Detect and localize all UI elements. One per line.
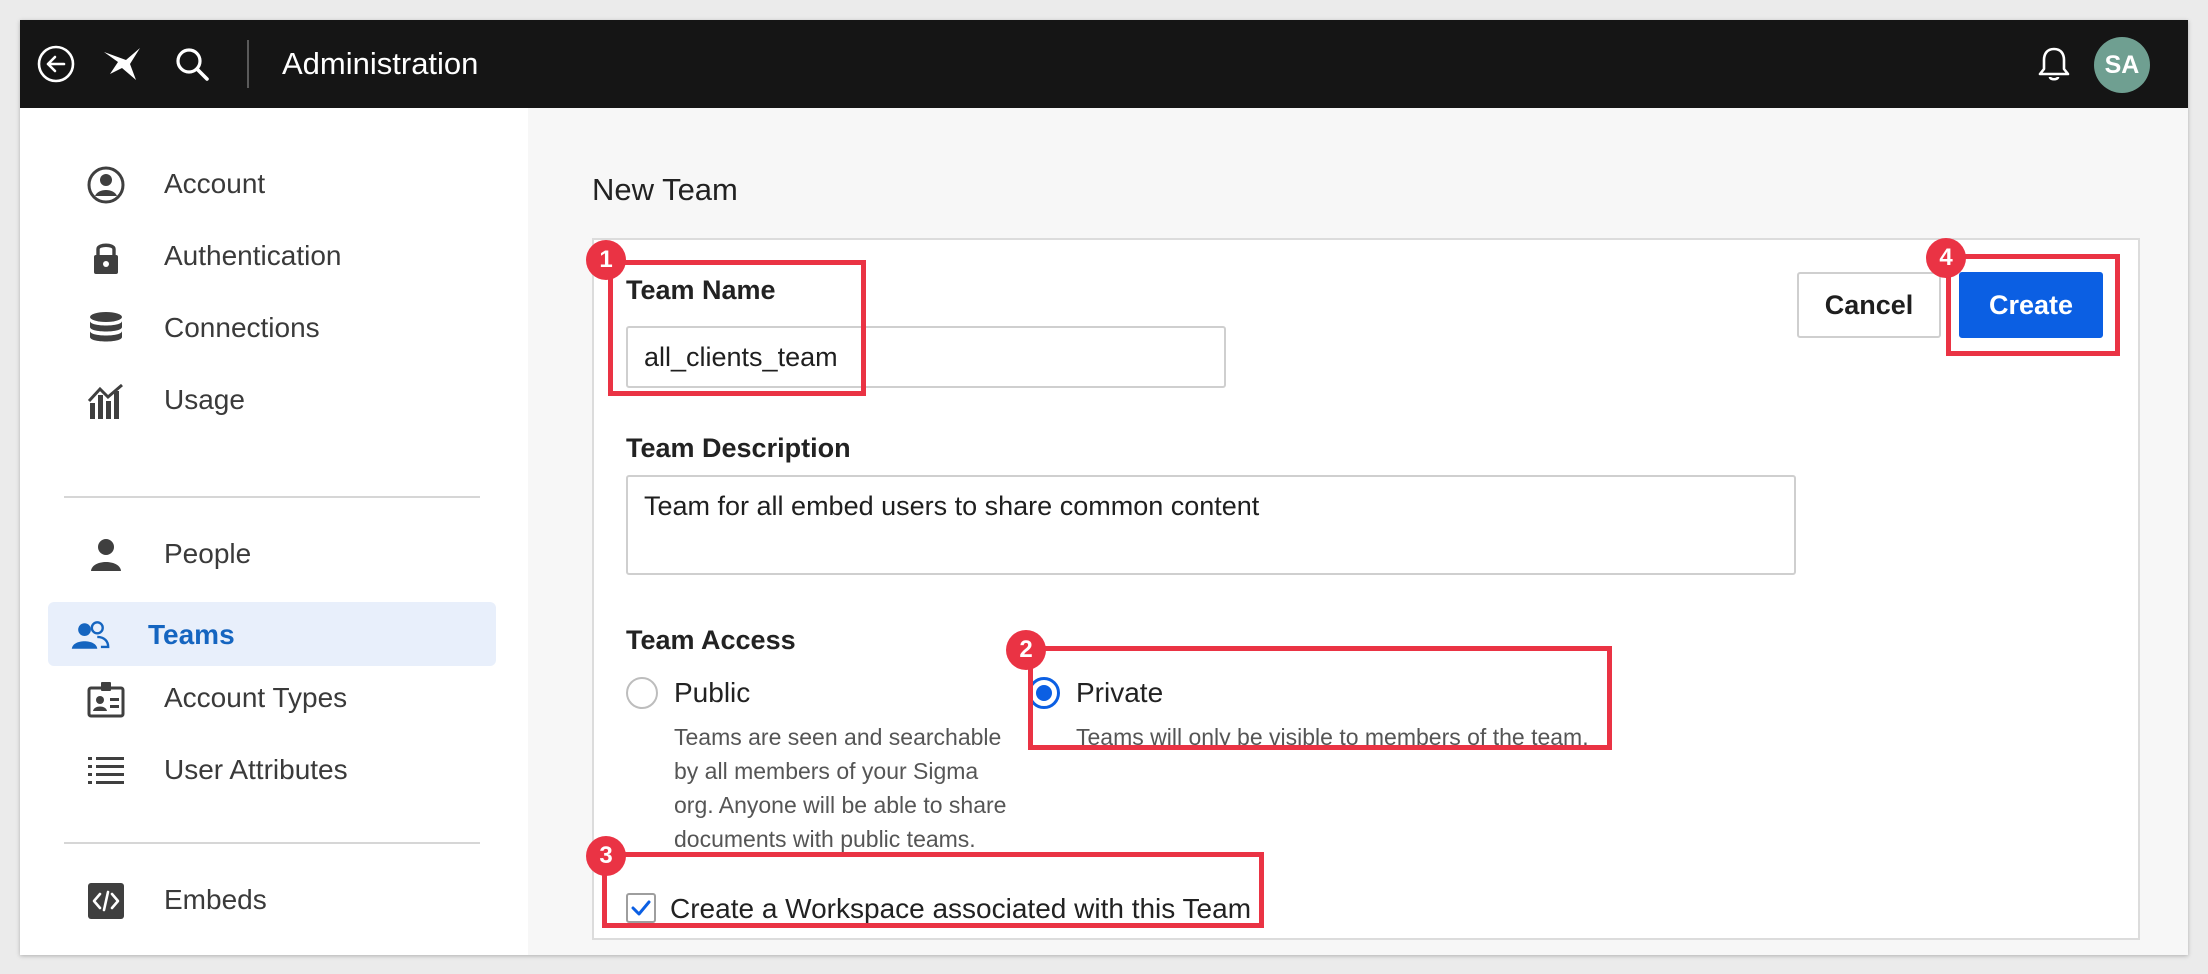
- usage-chart-icon: [86, 381, 126, 421]
- lock-icon: [86, 237, 126, 277]
- checkmark-icon: [631, 900, 651, 916]
- main-content: New Team Team Name Cancel Create Team De…: [528, 108, 2188, 955]
- search-icon[interactable]: [170, 42, 214, 86]
- bell-icon[interactable]: [2032, 42, 2076, 86]
- sidebar-item-people[interactable]: People: [48, 521, 496, 585]
- team-access-label: Team Access: [626, 625, 796, 655]
- public-radio-label: Public: [674, 677, 751, 708]
- tag-icon: [86, 953, 126, 955]
- workspace-checkbox[interactable]: [626, 893, 656, 923]
- sidebar-item-usage[interactable]: Usage: [48, 367, 496, 431]
- page-title: New Team: [592, 172, 738, 207]
- sidebar-item-label: Teams: [148, 619, 235, 650]
- teams-icon: [70, 616, 110, 656]
- team-name-input[interactable]: [626, 326, 1226, 388]
- sidebar-item-account[interactable]: Account: [48, 151, 496, 215]
- private-radio-label: Private: [1076, 677, 1164, 708]
- team-description-label: Team Description: [626, 433, 851, 463]
- id-badge-icon: [86, 679, 126, 719]
- description-line: Teams will only be visible to members of…: [1076, 724, 1589, 750]
- description-line: Teams are seen and searchable: [674, 724, 1002, 750]
- private-radio[interactable]: [1028, 677, 1060, 709]
- sidebar-item-label: Account: [164, 168, 266, 199]
- sigma-logo-icon[interactable]: [100, 42, 144, 86]
- sidebar-item-teams[interactable]: Teams: [48, 602, 496, 666]
- workspace-checkbox-label: Create a Workspace associated with this …: [670, 893, 1252, 924]
- sidebar-divider: [64, 496, 480, 498]
- sidebar-item-user-attributes[interactable]: User Attributes: [48, 737, 496, 801]
- sidebar-item-authentication[interactable]: Authentication: [48, 223, 496, 287]
- create-button[interactable]: Create: [1959, 272, 2103, 338]
- app-title: Administration: [282, 46, 479, 81]
- public-radio[interactable]: [626, 677, 658, 709]
- sidebar-item-embeds[interactable]: Embeds: [48, 867, 496, 931]
- account-circle-icon: [86, 165, 126, 205]
- back-icon[interactable]: [34, 42, 78, 86]
- sidebar-item-account-types[interactable]: Account Types: [48, 665, 496, 729]
- database-icon: [86, 309, 126, 349]
- sidebar-item-label: Account Types: [164, 682, 348, 713]
- sidebar-item-label: Connections: [164, 312, 320, 343]
- cancel-button[interactable]: Cancel: [1797, 272, 1941, 338]
- team-name-label: Team Name: [626, 275, 776, 305]
- sidebar-item-label: Usage: [164, 384, 245, 415]
- top-bar-divider: [247, 40, 249, 88]
- sidebar-item-connections[interactable]: Connections: [48, 295, 496, 359]
- app-window: Administration SA Account Authentication…: [20, 20, 2188, 955]
- sidebar-item-label: People: [164, 538, 252, 569]
- private-radio-description: Teams will only be visible to members of…: [1076, 720, 1589, 754]
- avatar[interactable]: SA: [2094, 37, 2150, 93]
- description-line: org. Anyone will be able to share: [674, 792, 1007, 818]
- top-bar: Administration SA: [20, 20, 2188, 108]
- sidebar: Account Authentication Connections Usage: [20, 108, 528, 955]
- sidebar-item-label: Embeds: [164, 884, 267, 915]
- list-icon: [86, 751, 126, 791]
- person-icon: [86, 535, 126, 575]
- sidebar-divider: [64, 842, 480, 844]
- code-icon: [86, 881, 126, 921]
- sidebar-item-label: User Attributes: [164, 754, 348, 785]
- public-radio-description: Teams are seen and searchable by all mem…: [674, 720, 1006, 856]
- description-line: documents with public teams.: [674, 826, 976, 852]
- new-team-form: Team Name Cancel Create Team Description…: [592, 238, 2140, 940]
- description-line: by all members of your Sigma: [674, 758, 979, 784]
- team-description-input[interactable]: Team for all embed users to share common…: [626, 475, 1796, 575]
- sidebar-item-label: Authentication: [164, 240, 342, 271]
- sidebar-item-partial[interactable]: T: [48, 939, 496, 955]
